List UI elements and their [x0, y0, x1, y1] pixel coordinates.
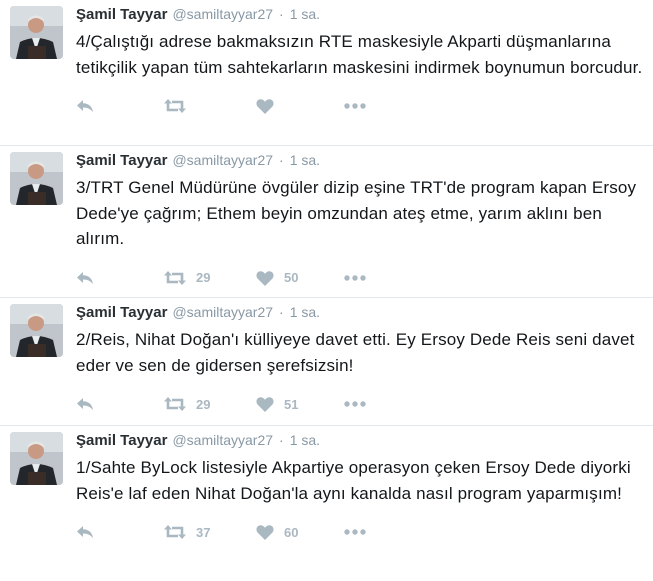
- heart-icon: [256, 525, 274, 540]
- tweet[interactable]: Şamil Tayyar @samiltayyar27 · 1 sa. 1/Sa…: [0, 426, 653, 580]
- timestamp[interactable]: 1 sa.: [290, 6, 320, 22]
- separator-dot: ·: [279, 432, 284, 448]
- username[interactable]: @samiltayyar27: [172, 304, 273, 320]
- more-dots-icon: [344, 401, 366, 407]
- timestamp[interactable]: 1 sa.: [290, 152, 320, 168]
- separator-dot: ·: [279, 6, 284, 22]
- timestamp[interactable]: 1 sa.: [290, 304, 320, 320]
- reply-icon: [77, 398, 93, 410]
- retweet-icon: [164, 397, 186, 411]
- username[interactable]: @samiltayyar27: [172, 6, 273, 22]
- separator-dot: ·: [279, 304, 284, 320]
- tweet-text: 3/TRT Genel Müdürüne övgüler dizip eşine…: [76, 178, 637, 248]
- more-button[interactable]: [344, 103, 366, 109]
- like-button[interactable]: 60: [256, 524, 344, 540]
- display-name[interactable]: Şamil Tayyar: [76, 432, 167, 449]
- avatar[interactable]: [10, 432, 63, 485]
- avatar-photo: [10, 6, 63, 59]
- tweet-header: Şamil Tayyar @samiltayyar27 · 1 sa.: [76, 304, 653, 326]
- display-name[interactable]: Şamil Tayyar: [76, 304, 167, 321]
- retweet-button[interactable]: 37: [164, 525, 256, 540]
- more-button[interactable]: [344, 274, 366, 281]
- timestamp[interactable]: 1 sa.: [290, 432, 320, 448]
- more-dots-icon: [344, 529, 366, 535]
- avatar[interactable]: [10, 304, 63, 357]
- reply-icon: [77, 100, 93, 112]
- retweet-button[interactable]: 29: [164, 397, 256, 412]
- retweet-icon: [164, 525, 186, 539]
- heart-icon: [256, 397, 274, 412]
- more-button[interactable]: [344, 401, 366, 407]
- separator-dot: ·: [279, 152, 284, 168]
- like-button[interactable]: 50: [256, 270, 344, 286]
- username[interactable]: @samiltayyar27: [172, 432, 273, 448]
- reply-icon: [77, 271, 93, 284]
- like-count: 60: [284, 524, 299, 540]
- tweet-actions: 37 60: [76, 512, 653, 552]
- avatar-photo: [10, 432, 63, 485]
- avatar[interactable]: [10, 6, 63, 59]
- retweet-button[interactable]: [164, 99, 256, 113]
- reply-button[interactable]: [76, 271, 164, 285]
- reply-button[interactable]: [76, 397, 164, 411]
- like-button[interactable]: [256, 98, 344, 114]
- retweet-button[interactable]: 29: [164, 270, 256, 285]
- reply-button[interactable]: [76, 99, 164, 113]
- display-name[interactable]: Şamil Tayyar: [76, 6, 167, 23]
- like-count: 51: [284, 396, 299, 412]
- tweet[interactable]: Şamil Tayyar @samiltayyar27 · 1 sa. 2/Re…: [0, 298, 653, 426]
- heart-icon: [256, 270, 274, 286]
- retweet-icon: [164, 270, 186, 285]
- like-button[interactable]: 51: [256, 396, 344, 412]
- display-name[interactable]: Şamil Tayyar: [76, 152, 167, 169]
- username[interactable]: @samiltayyar27: [172, 152, 273, 168]
- more-button[interactable]: [344, 529, 366, 535]
- tweet-text: 2/Reis, Nihat Doğan'ı külliyeye davet et…: [76, 330, 635, 375]
- more-dots-icon: [344, 103, 366, 109]
- tweet-text: 1/Sahte ByLock listesiyle Akpartiye oper…: [76, 458, 631, 503]
- tweet-header: Şamil Tayyar @samiltayyar27 · 1 sa.: [76, 432, 653, 454]
- retweet-count: 37: [196, 524, 211, 540]
- retweet-icon: [164, 99, 186, 113]
- tweet[interactable]: Şamil Tayyar @samiltayyar27 · 1 sa. 4/Ça…: [0, 0, 653, 146]
- tweet-actions: 29 51: [76, 384, 653, 424]
- avatar[interactable]: [10, 152, 63, 205]
- reply-button[interactable]: [76, 525, 164, 539]
- retweet-count: 29: [196, 270, 211, 285]
- more-dots-icon: [344, 274, 366, 281]
- tweet-text: 4/Çalıştığı adrese bakmaksızın RTE maske…: [76, 32, 643, 77]
- tweet-actions: 29 50: [76, 258, 653, 298]
- tweet-actions: [76, 86, 653, 126]
- heart-icon: [256, 99, 274, 114]
- avatar-photo: [10, 152, 63, 205]
- reply-icon: [77, 526, 93, 538]
- tweet[interactable]: Şamil Tayyar @samiltayyar27 · 1 sa. 3/TR…: [0, 146, 653, 298]
- tweet-timeline: Şamil Tayyar @samiltayyar27 · 1 sa. 4/Ça…: [0, 0, 653, 580]
- retweet-count: 29: [196, 396, 211, 412]
- tweet-header: Şamil Tayyar @samiltayyar27 · 1 sa.: [76, 152, 653, 174]
- like-count: 50: [284, 270, 299, 285]
- tweet-header: Şamil Tayyar @samiltayyar27 · 1 sa.: [76, 6, 653, 28]
- avatar-photo: [10, 304, 63, 357]
